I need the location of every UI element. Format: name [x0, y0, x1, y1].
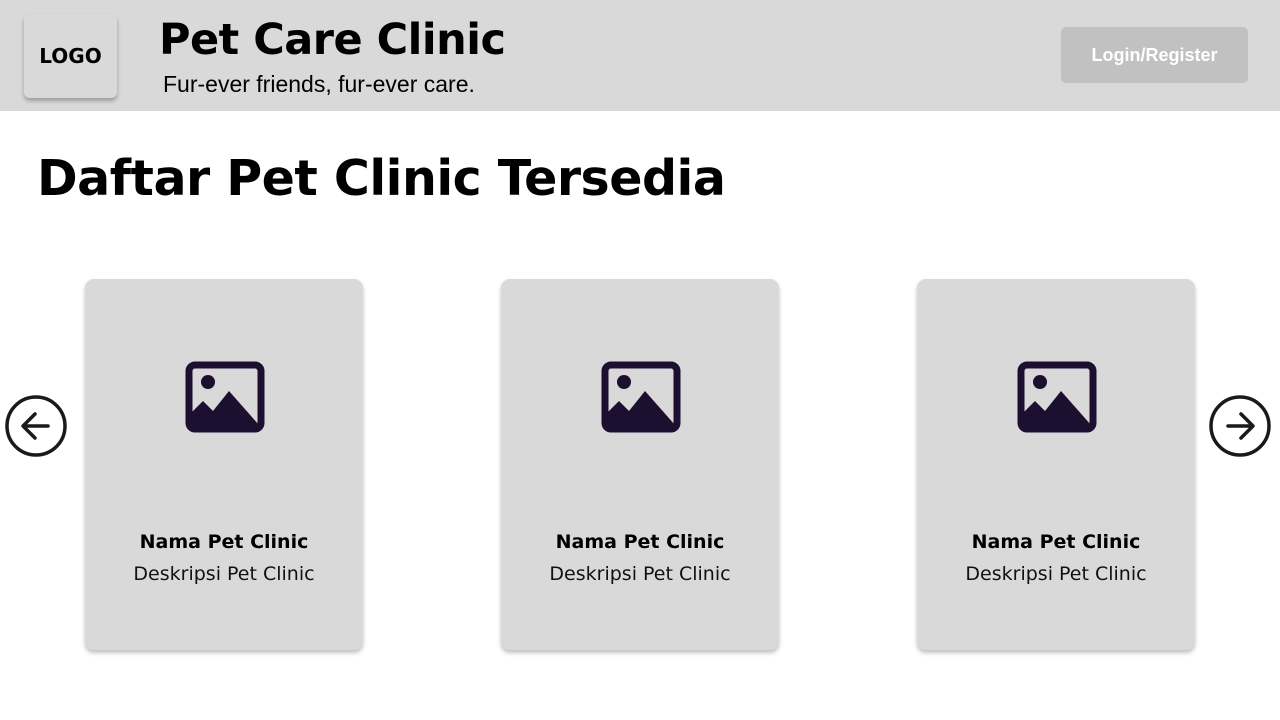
clinic-name: Nama Pet Clinic: [971, 531, 1141, 553]
login-register-button[interactable]: Login/Register: [1061, 27, 1248, 83]
clinic-description: Deskripsi Pet Clinic: [133, 563, 315, 585]
image-placeholder-icon: [185, 361, 265, 433]
clinic-name: Nama Pet Clinic: [555, 531, 725, 553]
site-title: Pet Care Clinic: [159, 15, 506, 65]
image-placeholder-icon: [601, 361, 681, 433]
clinic-card[interactable]: Nama Pet Clinic Deskripsi Pet Clinic: [501, 279, 779, 650]
clinic-description: Deskripsi Pet Clinic: [549, 563, 731, 585]
image-placeholder-icon: [1017, 361, 1097, 433]
logo-text: LOGO: [39, 44, 102, 68]
logo[interactable]: LOGO: [24, 14, 117, 98]
carousel-next-button[interactable]: [1209, 395, 1271, 457]
arrow-right-circle-icon: [1209, 395, 1271, 457]
clinic-description: Deskripsi Pet Clinic: [965, 563, 1147, 585]
clinic-card[interactable]: Nama Pet Clinic Deskripsi Pet Clinic: [917, 279, 1195, 650]
carousel-prev-button[interactable]: [5, 395, 67, 457]
clinic-card[interactable]: Nama Pet Clinic Deskripsi Pet Clinic: [85, 279, 363, 650]
site-tagline: Fur-ever friends, fur-ever care.: [163, 71, 475, 97]
header-bar: LOGO Pet Care Clinic Fur-ever friends, f…: [0, 0, 1280, 111]
page-title: Daftar Pet Clinic Tersedia: [37, 150, 726, 207]
clinic-name: Nama Pet Clinic: [139, 531, 309, 553]
arrow-left-circle-icon: [5, 395, 67, 457]
